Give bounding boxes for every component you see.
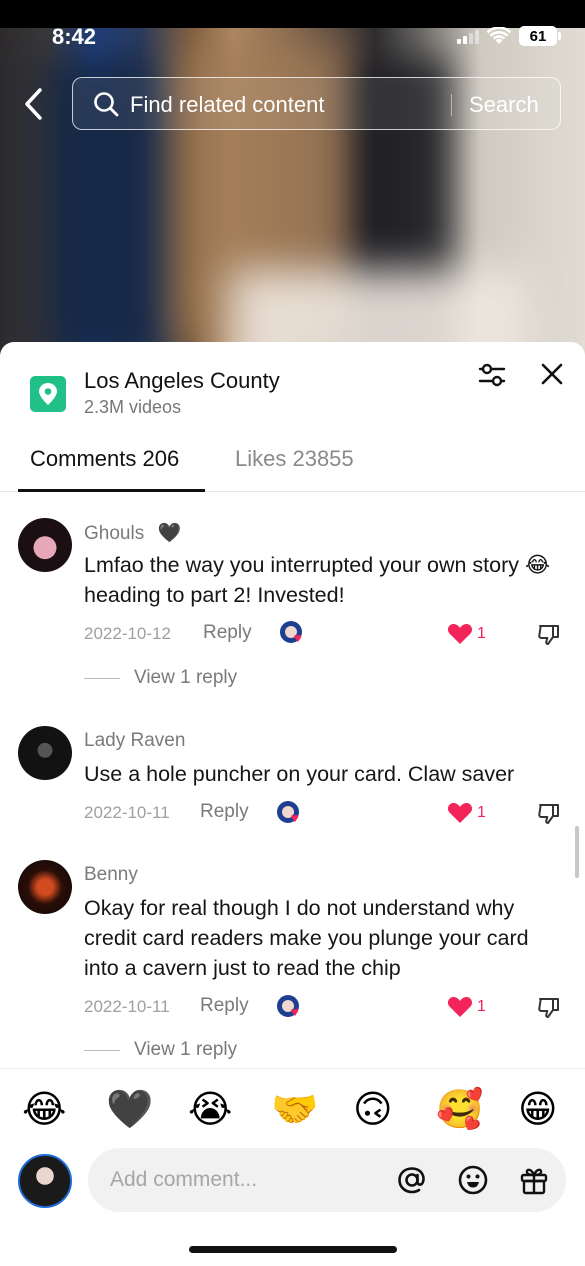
search-divider [451, 94, 452, 116]
gift-icon[interactable] [518, 1164, 550, 1196]
avatar[interactable] [18, 518, 72, 572]
reply-divider-line [84, 677, 120, 679]
emoji-button[interactable]: 😂 [22, 1087, 66, 1131]
status-icons: 61 [457, 26, 561, 46]
add-comment-input[interactable]: Add comment... [88, 1148, 566, 1212]
comment-date: 2022-10-12 [84, 624, 171, 643]
location-pin-icon [30, 376, 66, 412]
view-replies-label: View 1 reply [134, 667, 238, 688]
heart-icon [447, 996, 473, 1017]
comment-username[interactable]: Benny [84, 864, 138, 886]
comment-text: Okay for real though I do not understand… [84, 896, 529, 980]
my-avatar[interactable] [18, 1154, 72, 1208]
comments-sheet: Los Angeles County 2.3M videos Comments … [0, 342, 585, 1266]
avatar[interactable] [18, 860, 72, 914]
heart-icon [447, 802, 473, 823]
emoji-button[interactable]: 🙃 [353, 1087, 393, 1131]
reply-button[interactable]: Reply [200, 995, 249, 1017]
emoji-button[interactable]: 😭 [188, 1087, 232, 1131]
comment-date: 2022-10-11 [84, 803, 170, 822]
user-badge-emoji: 🖤 [157, 522, 182, 544]
comment-username[interactable]: Lady Raven [84, 730, 185, 752]
view-replies-label: View 1 reply [134, 1039, 238, 1060]
heart-icon [447, 623, 473, 644]
like-count: 1 [477, 625, 486, 642]
emoji-button[interactable]: 🤝 [271, 1087, 318, 1131]
dislike-icon[interactable] [537, 623, 561, 647]
wifi-icon [487, 27, 511, 44]
add-comment-placeholder: Add comment... [110, 1168, 258, 1191]
comment-username-text: Ghouls [84, 523, 145, 544]
creator-liked-icon [280, 621, 302, 643]
back-arrow-icon[interactable] [20, 86, 52, 122]
location-video-count: 2.3M videos [84, 397, 182, 417]
tab-likes[interactable]: Likes 23855 [235, 446, 354, 472]
search-button[interactable]: Search [469, 92, 539, 118]
search-icon [94, 92, 119, 117]
video-background[interactable] [0, 0, 585, 360]
close-icon[interactable] [540, 362, 564, 386]
emoji-button[interactable]: 🥰 [436, 1087, 483, 1131]
battery-indicator: 61 [519, 26, 561, 46]
view-replies-button[interactable]: View 1 reply [84, 667, 237, 689]
reply-divider-line [84, 1049, 120, 1051]
home-indicator[interactable] [189, 1246, 397, 1253]
comment-username[interactable]: Ghouls 🖤 [84, 521, 181, 545]
scrollbar-thumb[interactable] [575, 826, 579, 878]
tab-bar: Comments 206 Likes 23855 [0, 438, 585, 492]
like-count: 1 [477, 998, 486, 1015]
creator-liked-icon [277, 995, 299, 1017]
comment-date: 2022-10-11 [84, 997, 170, 1016]
view-replies-button[interactable]: View 1 reply [84, 1039, 237, 1061]
emoji-quick-bar: 😂 🖤 😭 🤝 🙃 🥰 😁 [0, 1068, 585, 1148]
filter-icon[interactable] [478, 362, 506, 388]
location-title[interactable]: Los Angeles County [84, 368, 280, 394]
reply-button[interactable]: Reply [203, 622, 252, 644]
search-input[interactable]: Find related content Search [72, 77, 561, 130]
comment-text: Use a hole puncher on your card. Claw sa… [84, 762, 515, 786]
dislike-icon[interactable] [537, 802, 561, 826]
emoji-face-icon[interactable] [457, 1164, 489, 1196]
search-placeholder: Find related content [130, 92, 325, 117]
at-icon[interactable] [396, 1164, 428, 1196]
dislike-icon[interactable] [537, 996, 561, 1020]
emoji-button[interactable]: 🖤 [106, 1087, 153, 1131]
reply-button[interactable]: Reply [200, 801, 249, 823]
active-tab-indicator [18, 489, 205, 492]
status-time: 8:42 [52, 24, 97, 49]
like-button[interactable]: 1 [447, 623, 486, 645]
creator-liked-icon [277, 801, 299, 823]
comment-text: Lmfao the way you interrupted your own s… [84, 553, 551, 607]
like-button[interactable]: 1 [447, 996, 486, 1018]
like-button[interactable]: 1 [447, 802, 486, 824]
cellular-signal-icon [457, 28, 479, 44]
avatar[interactable] [18, 726, 72, 780]
tab-comments[interactable]: Comments 206 [30, 446, 179, 472]
emoji-button[interactable]: 😁 [518, 1087, 558, 1131]
like-count: 1 [477, 804, 486, 821]
